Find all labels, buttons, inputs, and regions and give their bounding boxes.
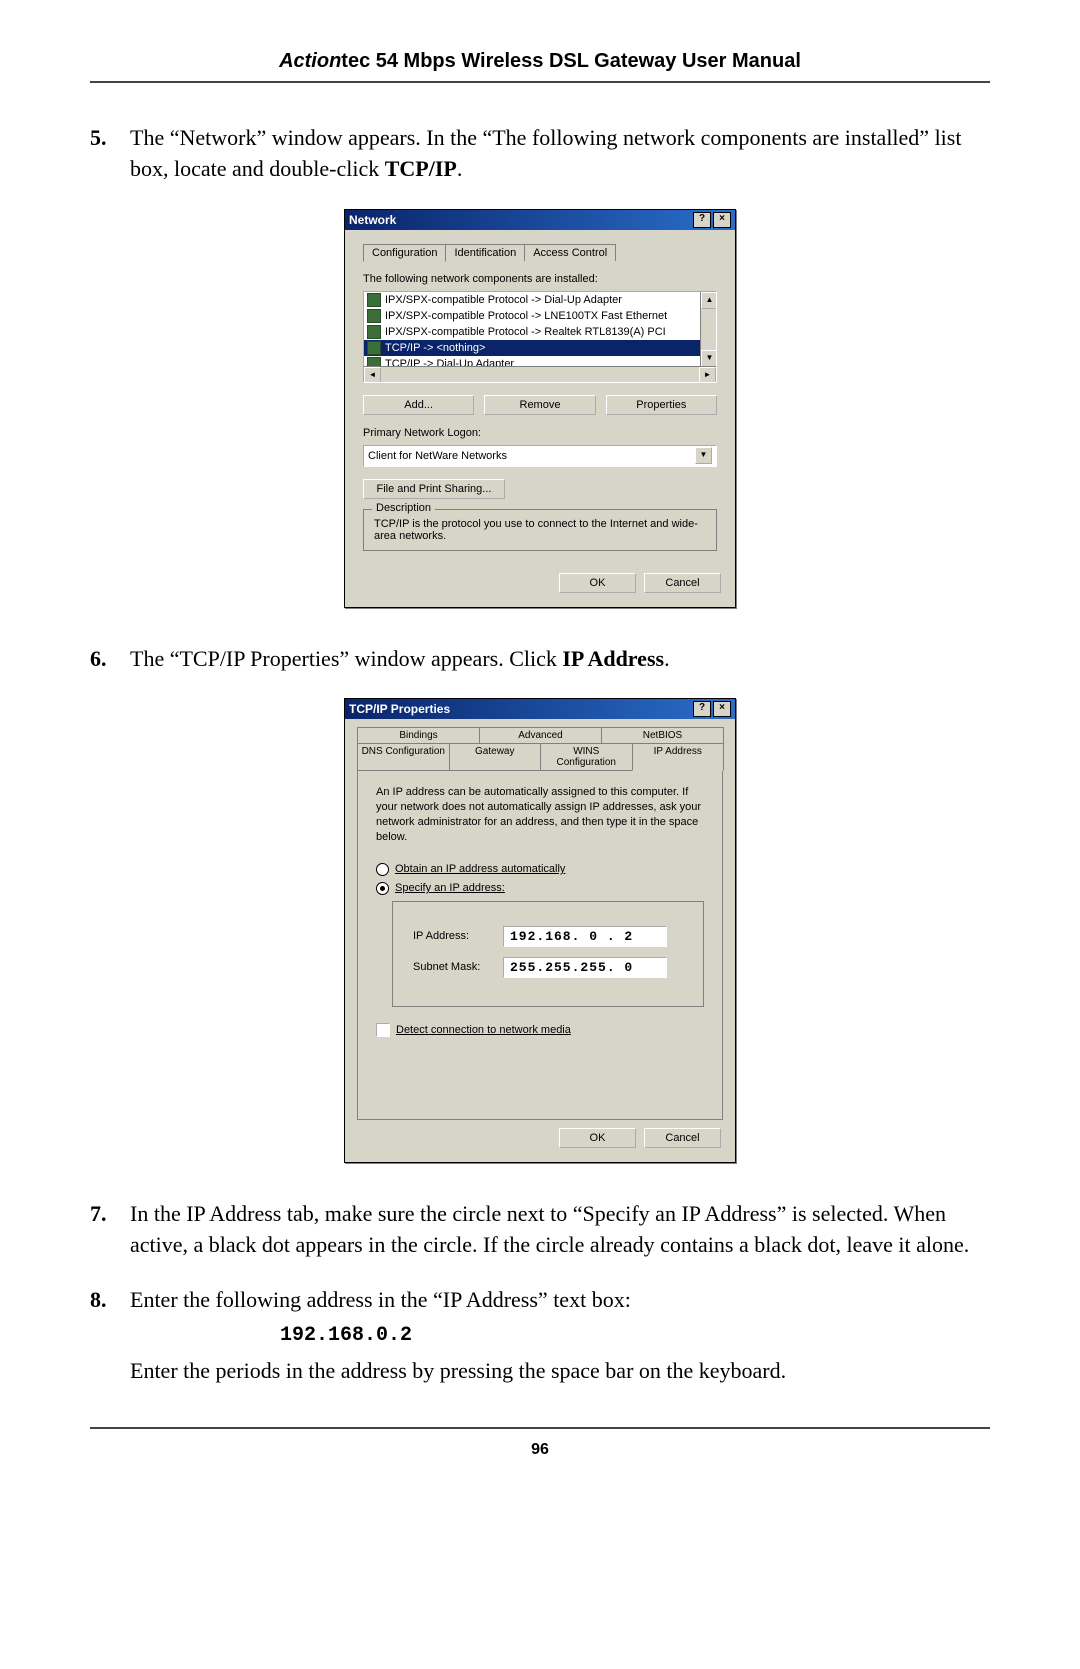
protocol-icon xyxy=(367,293,381,307)
ip-group: IP Address: 192.168. 0 . 2 Subnet Mask: … xyxy=(392,901,704,1007)
dialog-title: Network xyxy=(349,213,396,227)
file-print-sharing-button[interactable]: File and Print Sharing... xyxy=(363,479,505,499)
scroll-down-icon[interactable]: ▼ xyxy=(701,350,717,367)
ok-button[interactable]: OK xyxy=(559,1128,636,1148)
scrollbar-vertical[interactable]: ▲ ▼ xyxy=(700,292,716,367)
brand-italic: Action xyxy=(279,50,341,72)
checkbox-icon xyxy=(376,1023,390,1037)
add-button[interactable]: Add... xyxy=(363,395,474,415)
dialog-title: TCP/IP Properties xyxy=(349,702,450,716)
primary-logon-label: Primary Network Logon: xyxy=(363,427,717,439)
network-dialog: Network ? × Configuration Identification… xyxy=(344,209,736,608)
scroll-left-icon[interactable]: ◄ xyxy=(364,367,381,383)
radio-specify-ip[interactable]: Specify an IP address: xyxy=(376,882,704,895)
step-bold: IP Address xyxy=(562,646,664,671)
step-bold: TCP/IP xyxy=(385,156,457,181)
list-item[interactable]: IPX/SPX-compatible Protocol -> Realtek R… xyxy=(364,324,716,340)
step-text: The “TCP/IP Properties” window appears. … xyxy=(130,646,562,671)
step-body: The “Network” window appears. In the “Th… xyxy=(130,123,990,185)
header-rule xyxy=(90,81,990,83)
radio-icon-checked xyxy=(376,882,389,895)
tcpip-description: An IP address can be automatically assig… xyxy=(376,785,704,844)
page-number: 96 xyxy=(90,1441,990,1459)
step-text: Enter the periods in the address by pres… xyxy=(130,1358,786,1383)
detect-connection-checkbox[interactable]: Detect connection to network media xyxy=(376,1023,704,1037)
ip-address-label: IP Address: xyxy=(413,930,503,942)
scroll-right-icon[interactable]: ► xyxy=(699,367,716,383)
step-body: Enter the following address in the “IP A… xyxy=(130,1285,990,1387)
step-text: . xyxy=(457,156,463,181)
subnet-mask-label: Subnet Mask: xyxy=(413,961,503,973)
step-num: 6. xyxy=(90,644,130,675)
list-text: IPX/SPX-compatible Protocol -> LNE100TX … xyxy=(385,310,667,322)
protocol-icon xyxy=(367,341,381,355)
components-listbox[interactable]: IPX/SPX-compatible Protocol -> Dial-Up A… xyxy=(363,291,717,383)
list-item[interactable]: IPX/SPX-compatible Protocol -> Dial-Up A… xyxy=(364,292,716,308)
scrollbar-horizontal[interactable]: ◄ ► xyxy=(364,366,716,382)
subnet-mask-input[interactable]: 255.255.255. 0 xyxy=(503,957,667,978)
protocol-icon xyxy=(367,309,381,323)
step-body: The “TCP/IP Properties” window appears. … xyxy=(130,644,990,675)
step-num: 5. xyxy=(90,123,130,185)
radio-obtain-auto[interactable]: Obtain an IP address automatically xyxy=(376,863,704,876)
radio-icon xyxy=(376,863,389,876)
brand-rest: tec 54 Mbps Wireless DSL Gateway User Ma… xyxy=(341,50,801,72)
help-button[interactable]: ? xyxy=(693,212,711,228)
close-button[interactable]: × xyxy=(713,212,731,228)
close-button[interactable]: × xyxy=(713,701,731,717)
list-text: TCP/IP -> <nothing> xyxy=(385,342,485,354)
description-text: TCP/IP is the protocol you use to connec… xyxy=(374,518,706,542)
chevron-down-icon[interactable]: ▼ xyxy=(695,447,712,464)
tab-advanced[interactable]: Advanced xyxy=(479,727,602,743)
list-item[interactable]: IPX/SPX-compatible Protocol -> LNE100TX … xyxy=(364,308,716,324)
network-titlebar[interactable]: Network ? × xyxy=(345,210,735,230)
description-title: Description xyxy=(372,502,435,514)
step-text: Enter the following address in the “IP A… xyxy=(130,1287,631,1312)
checkbox-label: Detect connection to network media xyxy=(396,1024,571,1036)
ip-address-literal: 192.168.0.2 xyxy=(280,1322,990,1350)
tab-configuration[interactable]: Configuration xyxy=(363,244,446,262)
tab-ip-address[interactable]: IP Address xyxy=(632,743,725,771)
tab-gateway[interactable]: Gateway xyxy=(449,743,542,770)
tcpip-titlebar[interactable]: TCP/IP Properties ? × xyxy=(345,699,735,719)
tab-access-control[interactable]: Access Control xyxy=(524,244,616,261)
tab-bindings[interactable]: Bindings xyxy=(357,727,480,743)
tab-netbios[interactable]: NetBIOS xyxy=(601,727,724,743)
protocol-icon xyxy=(367,325,381,339)
radio-label: Specify an IP address: xyxy=(395,882,505,894)
cancel-button[interactable]: Cancel xyxy=(644,1128,721,1148)
cancel-button[interactable]: Cancel xyxy=(644,573,721,593)
step-text: The “Network” window appears. In the “Th… xyxy=(130,125,961,181)
page-header-title: Actiontec 54 Mbps Wireless DSL Gateway U… xyxy=(90,50,990,73)
ip-address-input[interactable]: 192.168. 0 . 2 xyxy=(503,926,667,947)
list-text: IPX/SPX-compatible Protocol -> Dial-Up A… xyxy=(385,294,622,306)
step-8: 8. Enter the following address in the “I… xyxy=(90,1285,990,1387)
list-item-selected[interactable]: TCP/IP -> <nothing> xyxy=(364,340,716,356)
ok-button[interactable]: OK xyxy=(559,573,636,593)
tab-wins[interactable]: WINS Configuration xyxy=(540,743,633,770)
tcpip-dialog: TCP/IP Properties ? × Bindings Advanced … xyxy=(344,698,736,1163)
list-text: IPX/SPX-compatible Protocol -> Realtek R… xyxy=(385,326,666,338)
properties-button[interactable]: Properties xyxy=(606,395,717,415)
step-text: . xyxy=(664,646,670,671)
remove-button[interactable]: Remove xyxy=(484,395,595,415)
footer-rule xyxy=(90,1427,990,1429)
tab-identification[interactable]: Identification xyxy=(445,244,525,261)
primary-logon-combo[interactable]: Client for NetWare Networks ▼ xyxy=(363,445,717,467)
step-6: 6. The “TCP/IP Properties” window appear… xyxy=(90,644,990,675)
step-7: 7. In the IP Address tab, make sure the … xyxy=(90,1199,990,1261)
radio-label: Obtain an IP address automatically xyxy=(395,863,565,875)
step-5: 5. The “Network” window appears. In the … xyxy=(90,123,990,185)
step-body: In the IP Address tab, make sure the cir… xyxy=(130,1199,990,1261)
step-num: 8. xyxy=(90,1285,130,1387)
help-button[interactable]: ? xyxy=(693,701,711,717)
tab-dns[interactable]: DNS Configuration xyxy=(357,743,450,770)
scroll-up-icon[interactable]: ▲ xyxy=(701,292,717,309)
step-num: 7. xyxy=(90,1199,130,1261)
combo-value: Client for NetWare Networks xyxy=(368,450,507,462)
components-label: The following network components are ins… xyxy=(363,273,717,285)
